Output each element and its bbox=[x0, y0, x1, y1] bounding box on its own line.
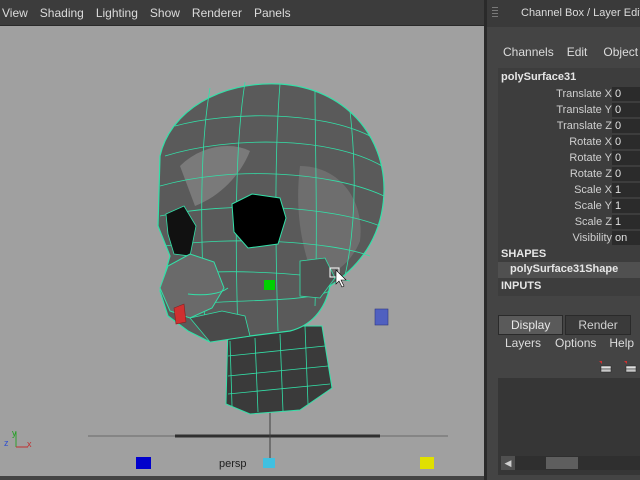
menu-view[interactable]: View bbox=[0, 6, 36, 20]
attr-value-field[interactable]: 1 bbox=[612, 199, 640, 213]
attr-label: Scale X bbox=[574, 184, 612, 196]
attr-row[interactable]: Visibility on bbox=[498, 230, 640, 246]
attr-label: Rotate Z bbox=[569, 168, 612, 180]
object-name[interactable]: polySurface31 bbox=[501, 71, 576, 83]
menu-panels[interactable]: Panels bbox=[252, 6, 299, 20]
attr-label: Rotate X bbox=[569, 136, 612, 148]
horizontal-scrollbar[interactable]: ◀ bbox=[501, 456, 640, 470]
camera-label: persp bbox=[219, 458, 247, 470]
attr-row[interactable]: Rotate X 0 bbox=[498, 134, 640, 150]
attr-value-field[interactable]: 0 bbox=[612, 87, 640, 101]
axis-label-x: x bbox=[27, 439, 32, 449]
attr-row[interactable]: Scale Y 1 bbox=[498, 198, 640, 214]
attr-value-field[interactable]: 0 bbox=[612, 135, 640, 149]
axis-label-y: y bbox=[12, 428, 17, 438]
attr-row[interactable]: Rotate Z 0 bbox=[498, 166, 640, 182]
attr-label: Visibility bbox=[572, 232, 612, 244]
menu-help[interactable]: Help bbox=[609, 336, 634, 350]
manipulator-cyan-box bbox=[263, 458, 275, 468]
attr-label: Translate X bbox=[556, 88, 612, 100]
attr-value-field[interactable]: 1 bbox=[612, 183, 640, 197]
manipulator-blue-handle bbox=[374, 308, 389, 326]
new-layer-icon[interactable] bbox=[598, 360, 612, 374]
menu-renderer[interactable]: Renderer bbox=[190, 6, 250, 20]
shapes-section-label: SHAPES bbox=[501, 248, 547, 260]
head-model-wireframe[interactable] bbox=[0, 26, 484, 476]
tab-display[interactable]: Display bbox=[498, 315, 564, 335]
attr-value-field[interactable]: 0 bbox=[612, 167, 640, 181]
manipulator-center-handle bbox=[264, 280, 275, 290]
attr-row[interactable]: Translate X 0 bbox=[498, 86, 640, 102]
perspective-viewport[interactable]: z y x persp bbox=[0, 26, 484, 476]
manipulator-blue-box bbox=[136, 457, 151, 469]
layer-editor-tabs: Display Render bbox=[498, 315, 633, 335]
attr-value-field[interactable]: 0 bbox=[612, 119, 640, 133]
channel-box-title-bar: Channel Box / Layer Edito bbox=[487, 0, 640, 27]
menu-edit[interactable]: Edit bbox=[567, 45, 588, 65]
channel-box-title: Channel Box / Layer Edito bbox=[521, 7, 640, 19]
menu-layers[interactable]: Layers bbox=[505, 336, 541, 350]
channel-box-menu: Channels Edit Object bbox=[487, 45, 640, 65]
inputs-section-label[interactable]: INPUTS bbox=[501, 280, 541, 292]
scrollbar-thumb[interactable] bbox=[546, 457, 578, 469]
attr-row[interactable]: Rotate Y 0 bbox=[498, 150, 640, 166]
attr-value-field[interactable]: 1 bbox=[612, 215, 640, 229]
drag-grip-icon[interactable] bbox=[492, 7, 498, 19]
menu-shading[interactable]: Shading bbox=[38, 6, 92, 20]
layer-editor-menu: Layers Options Help bbox=[487, 336, 640, 350]
shape-node-name: polySurface31Shape bbox=[510, 263, 619, 275]
attr-value-field[interactable]: 0 bbox=[612, 151, 640, 165]
attr-row[interactable]: Translate Y 0 bbox=[498, 102, 640, 118]
axis-label-z: z bbox=[4, 438, 9, 448]
new-layer-from-selected-icon[interactable] bbox=[623, 360, 637, 374]
manipulator-yellow-box bbox=[420, 457, 434, 469]
menu-object[interactable]: Object bbox=[603, 45, 638, 65]
attr-label: Scale Z bbox=[574, 216, 612, 228]
viewport-menu-bar: View Shading Lighting Show Renderer Pane… bbox=[0, 0, 487, 26]
menu-lighting[interactable]: Lighting bbox=[94, 6, 146, 20]
attr-label: Rotate Y bbox=[569, 152, 612, 164]
attr-row[interactable]: Scale X 1 bbox=[498, 182, 640, 198]
menu-options[interactable]: Options bbox=[555, 336, 596, 350]
shape-node-row[interactable]: polySurface31Shape bbox=[498, 262, 640, 278]
manipulator-red-handle bbox=[173, 303, 187, 325]
attr-label: Translate Y bbox=[556, 104, 612, 116]
channel-box-panel: Channel Box / Layer Edito Channels Edit … bbox=[487, 0, 640, 480]
attr-row[interactable]: Scale Z 1 bbox=[498, 214, 640, 230]
attr-value-field[interactable]: 0 bbox=[612, 103, 640, 117]
tab-render[interactable]: Render bbox=[565, 315, 631, 335]
attr-row[interactable]: Translate Z 0 bbox=[498, 118, 640, 134]
menu-channels[interactable]: Channels bbox=[503, 45, 554, 65]
menu-show[interactable]: Show bbox=[148, 6, 188, 20]
attr-value-field[interactable]: on bbox=[612, 231, 640, 245]
scroll-left-arrow-icon[interactable]: ◀ bbox=[501, 456, 515, 470]
attr-label: Scale Y bbox=[574, 200, 612, 212]
attr-label: Translate Z bbox=[556, 120, 612, 132]
viewport-panel: View Shading Lighting Show Renderer Pane… bbox=[0, 0, 487, 480]
